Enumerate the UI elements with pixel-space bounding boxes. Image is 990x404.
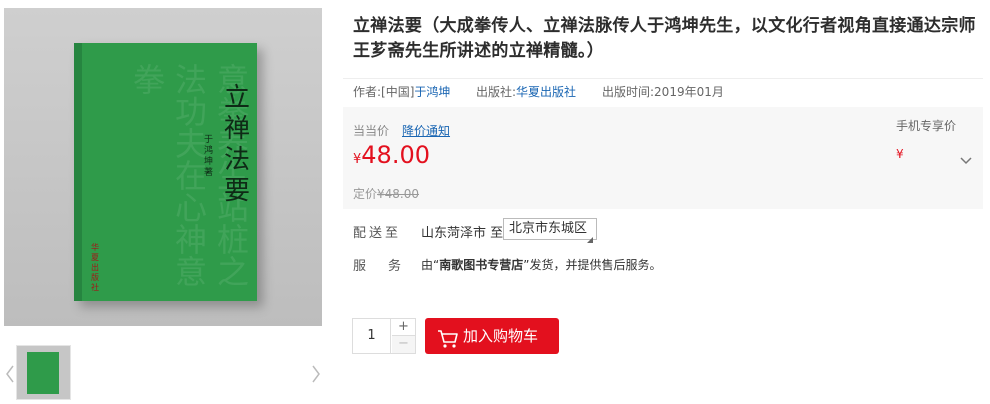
original-price-label: 定价: [353, 187, 378, 201]
author-prefix: [中国]: [381, 85, 415, 99]
price-drop-notice-link[interactable]: 降价通知: [402, 122, 450, 139]
pubdate-value: 2019年01月: [654, 85, 724, 99]
publisher-link[interactable]: 华夏出版社: [516, 85, 576, 99]
pubdate-info: 出版时间:2019年01月: [602, 83, 724, 100]
current-price: ¥48.00: [353, 141, 430, 169]
publisher-label: 出版社:: [476, 85, 517, 99]
service-suffix: ”发货，并提供售后服务。: [523, 258, 662, 272]
mobile-price: ¥: [896, 147, 904, 161]
price-box: 当当价 降价通知 ¥48.00 定价¥48.00 手机专享价 ¥: [343, 107, 983, 209]
service-prefix: 由“: [421, 258, 440, 272]
quantity-plus-button[interactable]: +: [392, 319, 415, 336]
image-gallery: 意拳养生站桩之法功夫在心神意拳 立禅法要 于鸿坤著 华夏出版社: [0, 0, 330, 404]
delivery-origin: 山东菏泽市 至: [421, 226, 504, 241]
chevron-down-icon[interactable]: [959, 151, 973, 165]
delivery-destination: 北京市东城区: [509, 221, 588, 236]
product-info: 立禅法要（大成拳传人、立禅法脉传人于鸿坤先生，以文化行者视角直接通达宗师王芗斋先…: [343, 0, 983, 404]
mobile-price-label: 手机专享价: [896, 119, 957, 133]
original-price-value: ¥48.00: [377, 187, 420, 201]
store-name[interactable]: 南歌图书专营店: [439, 258, 523, 272]
quantity-stepper: 1 + −: [352, 318, 416, 354]
thumbnail[interactable]: [16, 345, 71, 400]
service-row: 服 务 由“南歌图书专营店”发货，并提供售后服务。: [343, 253, 983, 275]
dropdown-corner-icon: [587, 230, 593, 243]
author-link[interactable]: 于鸿坤: [414, 85, 450, 99]
chevron-right-icon[interactable]: [310, 364, 322, 384]
delivery-row: 配送至 山东菏泽市 至 北京市东城区: [343, 218, 983, 243]
thumbnail-book: [27, 352, 59, 394]
price-value: 48.00: [361, 141, 430, 169]
quantity-minus-button[interactable]: −: [392, 336, 415, 353]
author-info: 作者:[中国]于鸿坤: [353, 83, 450, 100]
book-spine: [74, 43, 82, 301]
book-cover: 意拳养生站桩之法功夫在心神意拳 立禅法要 于鸿坤著 华夏出版社: [74, 43, 257, 301]
chevron-left-icon[interactable]: [4, 364, 16, 384]
service-label-first: 服: [353, 259, 367, 274]
add-to-cart-button[interactable]: 加入购物车: [425, 318, 559, 354]
cover-title: 立禅法要: [224, 83, 251, 206]
add-to-cart-label: 加入购物车: [463, 327, 539, 345]
original-price: 定价¥48.00: [353, 185, 419, 202]
quantity-input[interactable]: 1: [353, 319, 391, 353]
product-meta: 作者:[中国]于鸿坤 出版社:华夏出版社 出版时间:2019年01月: [343, 78, 983, 106]
pubdate-label: 出版时间:: [602, 85, 655, 99]
publisher-info: 出版社:华夏出版社: [476, 83, 576, 100]
cart-icon: [437, 326, 459, 348]
price-label: 当当价: [353, 124, 390, 138]
product-title: 立禅法要（大成拳传人、立禅法脉传人于鸿坤先生，以文化行者视角直接通达宗师王芗斋先…: [353, 16, 976, 61]
delivery-label: 配送至: [353, 226, 402, 241]
main-product-image[interactable]: 意拳养生站桩之法功夫在心神意拳 立禅法要 于鸿坤著 华夏出版社: [4, 8, 322, 326]
author-label: 作者:: [353, 85, 382, 99]
service-label-second: 务: [388, 259, 402, 274]
service-text: 由“南歌图书专营店”发货，并提供售后服务。: [421, 256, 661, 273]
delivery-destination-select[interactable]: 北京市东城区: [503, 218, 597, 243]
cover-publisher: 华夏出版社: [91, 243, 99, 292]
cover-author: 于鸿坤著: [204, 135, 214, 178]
